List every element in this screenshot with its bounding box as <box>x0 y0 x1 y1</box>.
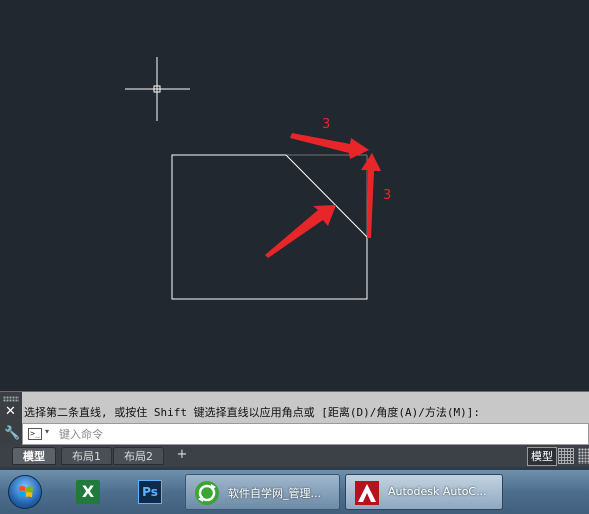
drawing-svg <box>125 57 381 300</box>
status-model-button[interactable]: 模型 <box>527 447 557 466</box>
command-line-sidebar: ✕ 🔧 <box>0 392 22 446</box>
layout-tab-bar: 模型 布局1 布局2 + 模型 <box>0 445 589 467</box>
close-icon[interactable]: ✕ <box>5 405 16 419</box>
chevron-down-icon[interactable]: ▾ <box>45 427 49 436</box>
rectangle-outline[interactable] <box>171 154 368 300</box>
windows-taskbar: X Ps 软件自学网_管理... Autodesk AutoC... <box>0 470 589 514</box>
tab-layout1[interactable]: 布局1 <box>61 447 112 465</box>
autocad-icon <box>355 481 379 505</box>
dimension-label-top: 3 <box>322 117 331 132</box>
wrench-icon[interactable]: 🔧 <box>4 427 20 441</box>
drawing-canvas[interactable]: 3 3 <box>0 0 589 391</box>
dimension-label-right: 3 <box>383 188 392 203</box>
command-history-text: 选择第二条直线, 或按住 Shift 键选择直线以应用角点或 [距离(D)/角度… <box>24 406 480 419</box>
photoshop-icon: Ps <box>138 480 162 504</box>
command-line-window: ✕ 🔧 选择第二条直线, 或按住 Shift 键选择直线以应用角点或 [距离(D… <box>0 391 589 446</box>
taskbar-empty-area <box>512 470 589 514</box>
excel-icon: X <box>76 480 100 504</box>
tab-layout2[interactable]: 布局2 <box>113 447 164 465</box>
taskbar-button-autocad[interactable]: Autodesk AutoC... <box>345 474 503 510</box>
chamfered-rectangle[interactable] <box>171 154 368 300</box>
photoshop-pinned-app[interactable]: Ps <box>134 476 166 508</box>
refresh-icon <box>195 481 219 505</box>
drag-grip-icon[interactable] <box>3 396 19 402</box>
windows-logo-icon <box>19 486 33 498</box>
taskbar-button-label: Autodesk AutoC... <box>388 485 487 498</box>
arrow-chamfer-icon <box>265 205 336 258</box>
tab-model[interactable]: 模型 <box>12 447 56 465</box>
taskbar-button-label: 软件自学网_管理... <box>228 487 321 500</box>
arrow-up-icon <box>361 153 381 238</box>
start-button[interactable] <box>8 475 42 509</box>
annotation-arrows <box>265 133 381 258</box>
crosshair-cursor <box>125 57 190 121</box>
chamfer-line[interactable] <box>285 154 368 238</box>
add-layout-icon[interactable]: + <box>174 447 190 463</box>
excel-pinned-app[interactable]: X <box>72 476 104 508</box>
grid-toggle-icon[interactable] <box>558 448 574 464</box>
command-input[interactable] <box>59 425 579 443</box>
snap-toggle-icon[interactable] <box>578 448 589 464</box>
command-prompt-icon[interactable]: >_ <box>28 428 42 440</box>
taskbar-button-browser[interactable]: 软件自学网_管理... <box>185 474 340 510</box>
command-input-row[interactable]: >_ ▾ <box>22 423 589 445</box>
